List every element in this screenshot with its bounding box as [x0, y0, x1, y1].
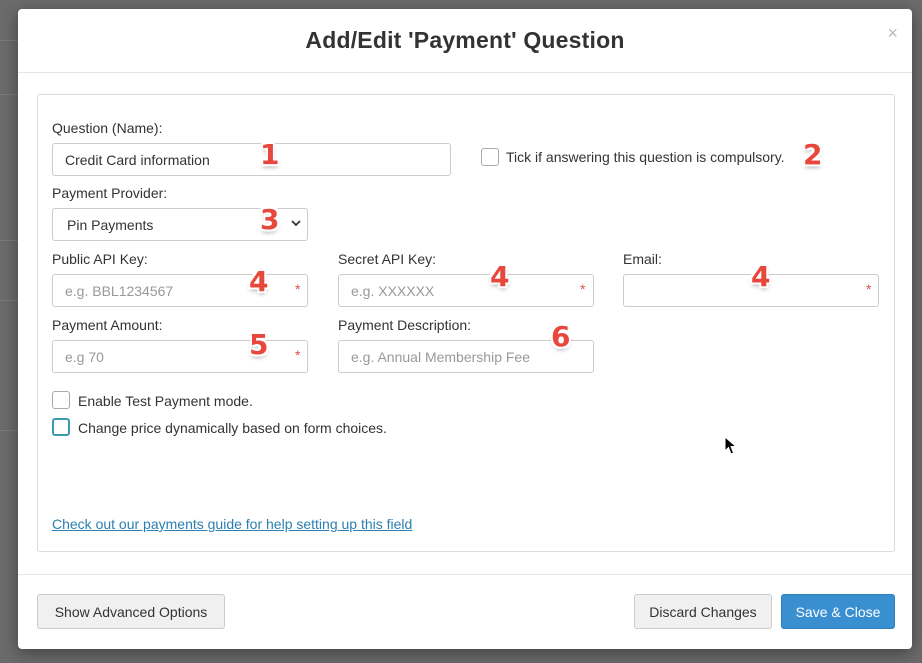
public-key-input[interactable] [52, 274, 308, 307]
public-key-label: Public API Key: [52, 251, 148, 267]
chevron-down-icon [291, 217, 301, 231]
required-marker: * [866, 281, 872, 297]
backdrop-line [0, 94, 18, 95]
annotation-badge-5: 5 [249, 328, 269, 361]
dynamic-price-label: Change price dynamically based on form c… [78, 420, 387, 436]
test-mode-label: Enable Test Payment mode. [78, 393, 253, 409]
provider-label: Payment Provider: [52, 185, 168, 201]
secret-key-input[interactable] [338, 274, 594, 307]
email-label: Email: [623, 251, 662, 267]
close-icon[interactable]: × [887, 23, 898, 44]
question-label: Question (Name): [52, 120, 163, 136]
annotation-badge-1: 1 [260, 138, 280, 171]
modal-footer: Show Advanced Options Discard Changes Sa… [18, 574, 912, 649]
backdrop-line [0, 430, 18, 431]
annotation-badge-4: 4 [490, 260, 510, 293]
form-panel: Question (Name): 1 Tick if answering thi… [37, 94, 895, 552]
test-mode-checkbox[interactable] [52, 391, 70, 409]
required-marker: * [295, 347, 301, 363]
secret-key-label: Secret API Key: [338, 251, 437, 267]
compulsory-checkbox[interactable] [481, 148, 499, 166]
provider-selected-value: Pin Payments [67, 216, 154, 233]
annotation-badge-4: 4 [249, 265, 269, 298]
dynamic-price-checkbox[interactable] [52, 418, 70, 436]
backdrop-line [0, 300, 18, 301]
backdrop-line [0, 240, 18, 241]
amount-label: Payment Amount: [52, 317, 163, 333]
required-marker: * [295, 281, 301, 297]
annotation-badge-4: 4 [751, 260, 771, 293]
discard-changes-button[interactable]: Discard Changes [634, 594, 772, 629]
annotation-badge-2: 2 [803, 138, 823, 171]
payment-amount-input[interactable] [52, 340, 308, 373]
modal-header: Add/Edit 'Payment' Question × [18, 9, 912, 73]
annotation-badge-3: 3 [260, 203, 280, 236]
modal-title: Add/Edit 'Payment' Question [305, 27, 625, 53]
required-marker: * [580, 281, 586, 297]
backdrop-line [0, 40, 18, 41]
save-close-button[interactable]: Save & Close [781, 594, 895, 629]
payments-guide-link[interactable]: Check out our payments guide for help se… [52, 516, 412, 532]
description-label: Payment Description: [338, 317, 472, 333]
show-advanced-options-button[interactable]: Show Advanced Options [37, 594, 225, 629]
question-name-input[interactable] [52, 143, 451, 176]
annotation-badge-6: 6 [551, 320, 571, 353]
compulsory-label: Tick if answering this question is compu… [506, 149, 785, 165]
payment-question-modal: Add/Edit 'Payment' Question × Question (… [18, 9, 912, 649]
